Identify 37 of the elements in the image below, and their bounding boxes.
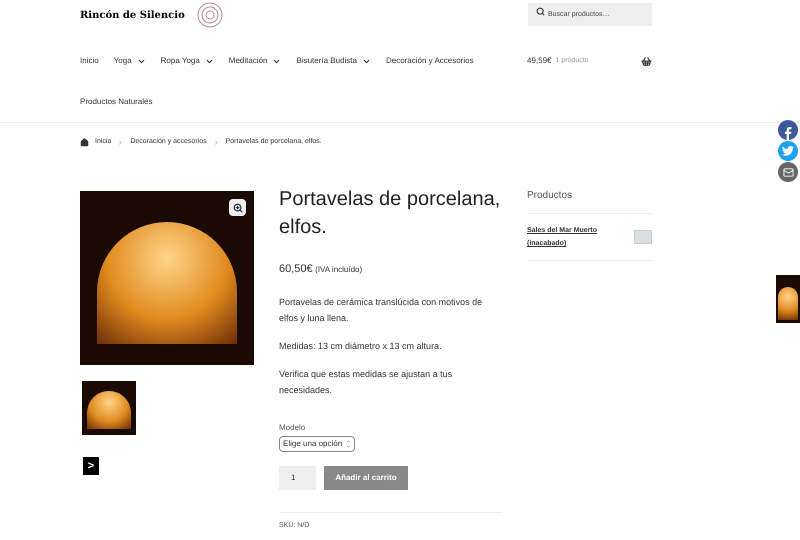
mail-icon bbox=[782, 166, 794, 178]
facebook-icon bbox=[784, 126, 792, 140]
add-to-cart-button[interactable]: Añadir al carrito bbox=[324, 466, 408, 490]
quantity-field[interactable]: 1 bbox=[279, 466, 316, 490]
email-button[interactable] bbox=[778, 162, 798, 182]
select-arrows-icon bbox=[346, 438, 352, 448]
variation-select[interactable]: Elige una opción bbox=[279, 436, 356, 452]
search-icon bbox=[536, 7, 545, 16]
nav-link[interactable]: Yoga bbox=[114, 55, 146, 67]
nav-link[interactable]: Inicio bbox=[80, 55, 99, 67]
home-icon bbox=[80, 138, 89, 146]
chevron-right-icon bbox=[212, 138, 220, 146]
zoom-icon bbox=[232, 202, 242, 212]
logo-text[interactable]: Rincón de Silencio bbox=[80, 8, 185, 22]
chevron-right-icon bbox=[117, 138, 124, 146]
facebook-button[interactable] bbox=[778, 120, 798, 140]
description-paragraph: Medidas: 13 cm diámetro x 13 cm altura. bbox=[279, 340, 443, 352]
nav-link[interactable]: Bisutería Budista bbox=[296, 55, 371, 67]
product-thumbnail bbox=[634, 230, 652, 244]
side-photo bbox=[776, 275, 800, 323]
nav-link[interactable]: Decoración y Accesorios bbox=[386, 55, 474, 67]
mandala-logo-icon bbox=[196, 2, 223, 28]
thumbnail-photo bbox=[82, 381, 136, 435]
basket-icon bbox=[641, 56, 652, 66]
product-title: Portavelas de porcelana, elfos. bbox=[279, 187, 502, 240]
description-paragraph: Verifica que estas medidas se ajustan a tus necesidades. bbox=[279, 368, 454, 396]
nav-link[interactable]: Productos Naturales bbox=[80, 96, 152, 108]
bird-icon bbox=[782, 146, 794, 156]
nav-link[interactable]: Meditación bbox=[228, 55, 282, 67]
zoom-button[interactable] bbox=[229, 199, 246, 216]
next-button[interactable]: > bbox=[83, 457, 99, 475]
description-paragraph: Portavelas de cerámica translúcida con motivos de elfos y luna llena. bbox=[279, 296, 484, 325]
nav-link[interactable]: Ropa Yoga bbox=[160, 55, 214, 67]
twitter-button[interactable] bbox=[778, 141, 798, 161]
price: 60,50€ (IVA incluído) bbox=[279, 262, 364, 277]
sidebar-title: Productos bbox=[527, 188, 652, 214]
variation-label: Modelo bbox=[279, 422, 306, 434]
